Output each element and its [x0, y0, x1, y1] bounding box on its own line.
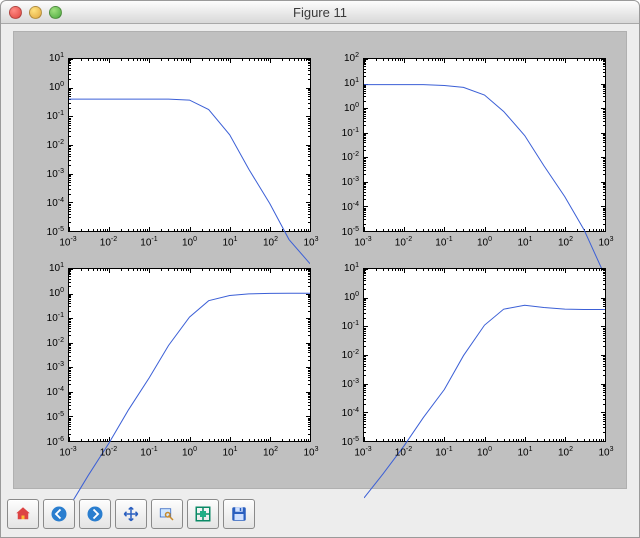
back-button[interactable]	[43, 499, 75, 529]
x-tick-label: 10-2	[395, 236, 412, 248]
forward-button[interactable]	[79, 499, 111, 529]
x-tick-label: 100	[477, 236, 492, 248]
x-tick-label: 102	[558, 446, 573, 458]
y-tick-label: 101	[344, 262, 359, 274]
x-tick-label: 10-2	[100, 446, 117, 458]
y-tick-label: 10-5	[47, 411, 64, 423]
x-tick-label: 10-1	[140, 236, 157, 248]
x-tick-label: 103	[598, 446, 613, 458]
x-tick-label: 10-1	[435, 236, 452, 248]
y-tick-label: 102	[344, 52, 359, 64]
y-tick-label: 10-1	[342, 126, 359, 138]
subplot-bottom-left: 10-610-510-410-310-210-110010110-310-210…	[28, 262, 317, 468]
configure-subplots-button[interactable]	[187, 499, 219, 529]
axes	[363, 58, 606, 232]
pan-button[interactable]	[115, 499, 147, 529]
window-title: Figure 11	[1, 5, 639, 20]
x-tick-label: 10-1	[435, 446, 452, 458]
y-tick-label: 10-3	[47, 168, 64, 180]
y-tick-label: 10-4	[47, 197, 64, 209]
y-tick-label: 101	[49, 52, 64, 64]
close-icon[interactable]	[9, 6, 22, 19]
floppy-disk-icon	[230, 505, 248, 523]
y-tick-label: 101	[344, 77, 359, 89]
x-tick-label: 10-2	[100, 236, 117, 248]
y-tick-label: 10-1	[47, 110, 64, 122]
y-tick-label: 10-3	[342, 378, 359, 390]
y-tick-label: 10-1	[47, 312, 64, 324]
x-tick-label: 10-3	[354, 446, 371, 458]
save-button[interactable]	[223, 499, 255, 529]
y-tick-label: 10-4	[342, 407, 359, 419]
x-tick-label: 101	[517, 236, 532, 248]
y-tick-label: 101	[49, 262, 64, 274]
toolbar	[7, 499, 255, 529]
move-icon	[122, 505, 140, 523]
x-tick-label: 101	[517, 446, 532, 458]
subplot-bottom-right: 10-510-410-310-210-110010110-310-210-110…	[323, 262, 612, 468]
home-icon	[14, 505, 32, 523]
y-tick-label: 10-4	[47, 386, 64, 398]
zoom-rect-icon	[158, 505, 176, 523]
y-tick-label: 10-4	[342, 201, 359, 213]
x-tick-label: 103	[303, 236, 318, 248]
x-tick-label: 102	[558, 236, 573, 248]
x-tick-label: 102	[263, 236, 278, 248]
y-tick-label: 10-2	[342, 349, 359, 361]
x-tick-label: 10-2	[395, 446, 412, 458]
zoom-button[interactable]	[151, 499, 183, 529]
subplots-icon	[194, 505, 212, 523]
axes	[68, 58, 311, 232]
x-tick-label: 103	[598, 236, 613, 248]
y-tick-label: 10-2	[47, 336, 64, 348]
figure-window: Figure 11 10-5 10-4 10-3 10-2 10-1 100 101 10-3…	[0, 0, 640, 538]
x-tick-label: 10-1	[140, 446, 157, 458]
x-tick-label: 101	[222, 446, 237, 458]
y-tick-label: 10-3	[342, 176, 359, 188]
y-tick-label: 100	[344, 102, 359, 114]
home-button[interactable]	[7, 499, 39, 529]
x-tick-label: 10-3	[59, 446, 76, 458]
x-tick-label: 100	[182, 236, 197, 248]
arrow-left-icon	[50, 505, 68, 523]
x-tick-label: 100	[182, 446, 197, 458]
titlebar: Figure 11	[1, 1, 639, 24]
y-tick-label: 10-2	[47, 139, 64, 151]
x-tick-label: 102	[263, 446, 278, 458]
x-tick-label: 10-3	[59, 236, 76, 248]
axes	[363, 268, 606, 442]
arrow-right-icon	[86, 505, 104, 523]
axes	[68, 268, 311, 442]
data-line	[364, 269, 605, 510]
minimize-icon[interactable]	[29, 6, 42, 19]
plot-canvas: 10-5 10-4 10-3 10-2 10-1 100 101 10-3 10-2 10-1 10…	[13, 31, 627, 489]
y-tick-label: 100	[49, 287, 64, 299]
x-tick-label: 10-3	[354, 236, 371, 248]
y-tick-label: 10-3	[47, 361, 64, 373]
data-line	[69, 269, 310, 510]
y-tick-label: 10-1	[342, 320, 359, 332]
x-tick-label: 101	[222, 236, 237, 248]
zoom-window-icon[interactable]	[49, 6, 62, 19]
x-tick-label: 103	[303, 446, 318, 458]
y-tick-label: 10-2	[342, 151, 359, 163]
subplot-top-right: 10-510-410-310-210-110010110210-310-210-…	[323, 52, 612, 258]
subplot-top-left: 10-510-410-310-210-110010110-310-210-110…	[28, 52, 317, 258]
x-tick-label: 100	[477, 446, 492, 458]
y-tick-label: 100	[344, 291, 359, 303]
y-tick-label: 100	[49, 81, 64, 93]
